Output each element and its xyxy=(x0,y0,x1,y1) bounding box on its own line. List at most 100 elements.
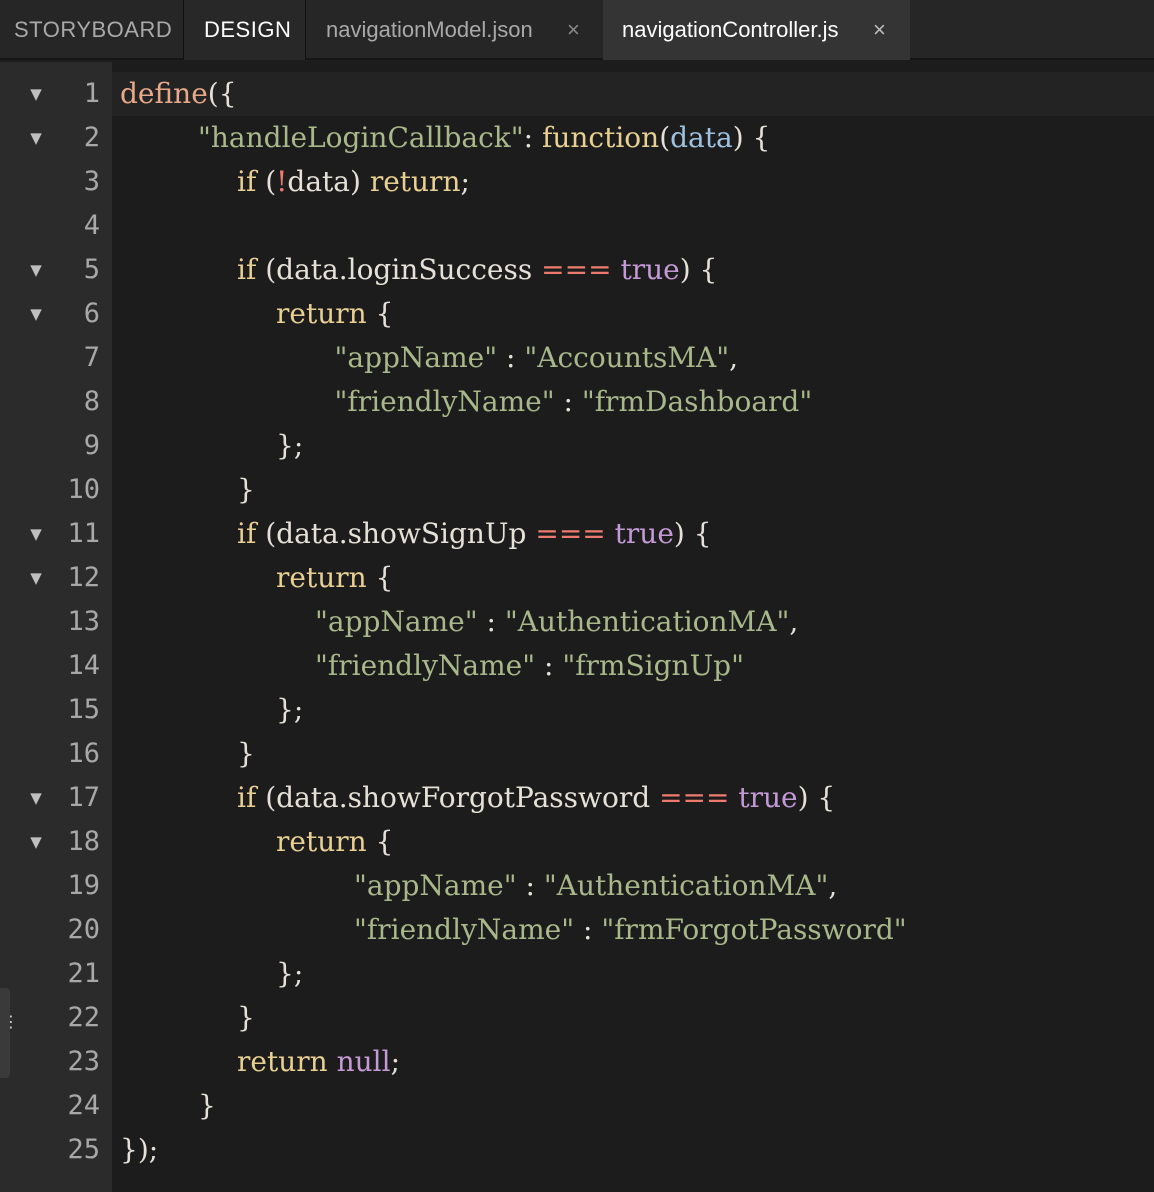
code-line[interactable]: 19 "appName" : "AuthenticationMA", xyxy=(0,864,1154,908)
code-text: } xyxy=(120,1084,216,1128)
line-number: 2 xyxy=(83,122,100,153)
token-literal: null xyxy=(336,1045,391,1078)
line-number: 19 xyxy=(67,870,100,901)
code-line[interactable]: ▼ 11 if (data.showSignUp === true) { xyxy=(0,512,1154,556)
token-text: (data.showSignUp xyxy=(256,517,536,550)
code-text: }; xyxy=(120,688,303,732)
line-number: 11 xyxy=(67,518,100,549)
line-number: 10 xyxy=(67,474,100,505)
close-icon[interactable]: × xyxy=(567,0,580,60)
line-number: 24 xyxy=(67,1090,100,1121)
code-line[interactable]: 25}); xyxy=(0,1128,1154,1172)
line-number: 4 xyxy=(83,210,100,241)
code-text: "friendlyName" : "frmSignUp" xyxy=(120,644,744,688)
code-line[interactable]: ▼ 2 "handleLoginCallback": function(data) … xyxy=(0,116,1154,160)
code-line[interactable]: 7 "appName" : "AccountsMA", xyxy=(0,336,1154,380)
code-text: }; xyxy=(120,424,303,468)
fold-arrow-icon[interactable]: ▼ xyxy=(26,776,46,820)
code-line[interactable]: 21}; xyxy=(0,952,1154,996)
token-keyword: return xyxy=(276,297,367,330)
line-number: 15 xyxy=(67,694,100,725)
token-keyword: return xyxy=(237,1045,328,1078)
code-line[interactable]: 14 "friendlyName" : "frmSignUp" xyxy=(0,644,1154,688)
token-text: { xyxy=(366,561,394,594)
token-text: : xyxy=(554,385,582,418)
code-line[interactable]: 23 return null; xyxy=(0,1040,1154,1084)
code-line[interactable]: 20 "friendlyName" : "frmForgotPassword" xyxy=(0,908,1154,952)
token-text: ) { xyxy=(679,253,718,286)
fold-arrow-icon[interactable]: ▼ xyxy=(26,248,46,292)
token-text: (data.showForgotPassword xyxy=(256,781,660,814)
code-line[interactable]: 16} xyxy=(0,732,1154,776)
fold-arrow-icon[interactable]: ▼ xyxy=(26,72,46,116)
token-text: }; xyxy=(276,429,304,462)
token-operator: === xyxy=(535,517,606,550)
code-line[interactable]: ▼ 17 if (data.showForgotPassword === true)… xyxy=(0,776,1154,820)
line-number: 7 xyxy=(83,342,100,373)
token-keyword: if xyxy=(237,517,257,550)
code-line[interactable]: 24} xyxy=(0,1084,1154,1128)
code-line[interactable]: 9}; xyxy=(0,424,1154,468)
tab-navigation-controller[interactable]: navigationController.js × xyxy=(603,0,910,60)
panel-resize-handle[interactable]: ⋮ xyxy=(0,988,19,1078)
token-literal: true xyxy=(620,253,680,286)
fold-arrow-icon[interactable]: ▼ xyxy=(26,820,46,864)
code-text: "friendlyName" : "frmDashboard" xyxy=(120,380,813,424)
token-text: , xyxy=(789,605,799,638)
close-icon[interactable]: × xyxy=(873,0,886,60)
code-line[interactable]: ▼ 5 if (data.loginSuccess === true) { xyxy=(0,248,1154,292)
fold-arrow-icon[interactable]: ▼ xyxy=(26,292,46,336)
token-operator: === xyxy=(541,253,612,286)
code-line[interactable]: 8 "friendlyName" : "frmDashboard" xyxy=(0,380,1154,424)
code-line[interactable]: 4 xyxy=(0,204,1154,248)
token-keyword: return xyxy=(276,825,367,858)
code-text: "appName" : "AccountsMA", xyxy=(120,336,739,380)
code-line[interactable]: ▼ 18 return { xyxy=(0,820,1154,864)
fold-arrow-icon[interactable]: ▼ xyxy=(26,556,46,600)
token-text: : xyxy=(477,605,505,638)
token-text: } xyxy=(237,473,255,506)
code-line[interactable]: 10} xyxy=(0,468,1154,512)
code-text: "friendlyName" : "frmForgotPassword" xyxy=(120,908,907,952)
token-text: { xyxy=(366,825,394,858)
token-text: }; xyxy=(276,957,304,990)
tab-design[interactable]: DESIGN xyxy=(183,0,306,60)
line-number: 1 xyxy=(83,78,100,109)
tab-navigation-model[interactable]: navigationModel.json × xyxy=(306,0,603,60)
token-text: : xyxy=(535,649,563,682)
code-text: } xyxy=(120,468,255,512)
token-text: } xyxy=(237,737,255,770)
tab-navigation-controller-label: navigationController.js xyxy=(622,17,839,42)
line-number: 3 xyxy=(83,166,100,197)
token-keyword: if xyxy=(237,253,257,286)
token-text: : xyxy=(497,341,525,374)
code-line[interactable]: ▼ 12 return { xyxy=(0,556,1154,600)
token-text: : xyxy=(516,869,544,902)
token-text: data) xyxy=(287,165,370,198)
line-number: 21 xyxy=(67,958,100,989)
fold-arrow-icon[interactable]: ▼ xyxy=(26,116,46,160)
code-line[interactable]: 3 if (!data) return; xyxy=(0,160,1154,204)
fold-arrow-icon[interactable]: ▼ xyxy=(26,512,46,556)
code-line[interactable]: ▼ 1 define({ xyxy=(0,72,1154,116)
token-text: }; xyxy=(276,693,304,726)
token-text: (data.loginSuccess xyxy=(256,253,542,286)
code-line[interactable]: 13 "appName" : "AuthenticationMA", xyxy=(0,600,1154,644)
tab-storyboard[interactable]: STORYBOARD xyxy=(0,0,183,60)
token-string: "AccountsMA" xyxy=(524,341,730,374)
token-text: { xyxy=(366,297,394,330)
code-text: return { xyxy=(120,556,393,600)
code-line[interactable]: ▼ 6 return { xyxy=(0,292,1154,336)
token-string: "AuthenticationMA" xyxy=(543,869,829,902)
line-number: 13 xyxy=(67,606,100,637)
code-line[interactable]: 22} xyxy=(0,996,1154,1040)
code-line[interactable]: 15}; xyxy=(0,688,1154,732)
token-text: , xyxy=(828,869,838,902)
